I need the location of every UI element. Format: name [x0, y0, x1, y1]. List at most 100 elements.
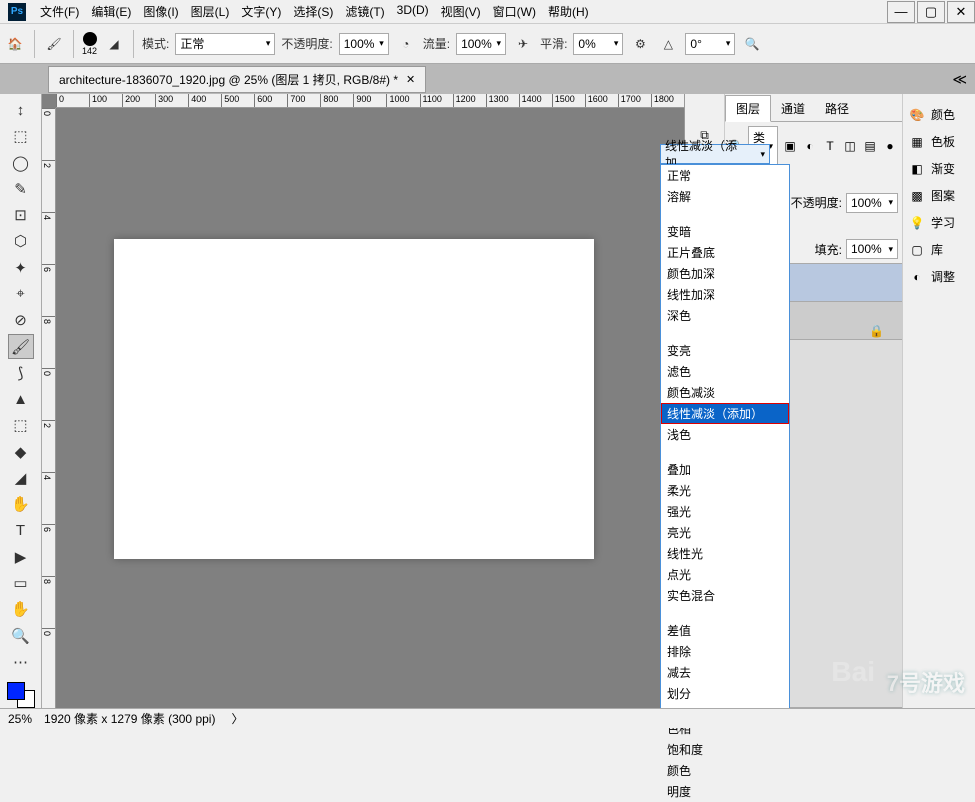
blend-mode-option[interactable]: 实色混合: [661, 585, 789, 606]
blend-mode-option[interactable]: 深色: [661, 305, 789, 326]
angle-icon[interactable]: △: [657, 33, 679, 55]
blend-mode-option[interactable]: 溶解: [661, 186, 789, 207]
menu-item[interactable]: 选择(S): [287, 3, 339, 20]
panel-shortcut[interactable]: ◐调整: [903, 264, 975, 289]
tool-button[interactable]: ⬡: [8, 229, 34, 253]
tool-button[interactable]: ◢: [8, 466, 34, 490]
tool-button[interactable]: T: [8, 518, 34, 542]
blend-mode-option[interactable]: 变亮: [661, 340, 789, 361]
blend-mode-option[interactable]: 正片叠底: [661, 242, 789, 263]
tabs-chevron-icon[interactable]: ≪: [952, 71, 967, 88]
tool-button[interactable]: ⊡: [8, 203, 34, 227]
gear-icon[interactable]: ⚙: [629, 33, 651, 55]
angle-input[interactable]: 0°: [685, 33, 735, 55]
blend-mode-select[interactable]: 正常: [175, 33, 275, 55]
blend-mode-option[interactable]: 点光: [661, 564, 789, 585]
menu-item[interactable]: 编辑(E): [85, 3, 137, 20]
blend-mode-option[interactable]: 线性加深: [661, 284, 789, 305]
blend-mode-option[interactable]: 正常: [661, 165, 789, 186]
blend-mode-option[interactable]: 划分: [661, 683, 789, 704]
tool-button[interactable]: ⟆: [8, 361, 34, 385]
pressure-opacity-icon[interactable]: ◔: [395, 33, 417, 55]
flow-select[interactable]: 100%: [456, 33, 506, 55]
color-swatches[interactable]: [7, 682, 35, 708]
brush-tool-icon[interactable]: 🖌: [43, 33, 65, 55]
opacity-select[interactable]: 100%: [339, 33, 389, 55]
tool-button[interactable]: ◯: [8, 151, 34, 175]
minimize-button[interactable]: —: [887, 1, 915, 23]
smooth-select[interactable]: 0%: [573, 33, 623, 55]
menu-item[interactable]: 图像(I): [137, 3, 184, 20]
tool-button[interactable]: ✎: [8, 177, 34, 201]
brush-settings-icon[interactable]: ◢: [103, 33, 125, 55]
tool-button[interactable]: ◆: [8, 440, 34, 464]
layer-opacity-select[interactable]: 100%: [846, 193, 898, 213]
document-tab[interactable]: architecture-1836070_1920.jpg @ 25% (图层 …: [48, 66, 426, 93]
canvas[interactable]: [114, 239, 594, 559]
status-chevron-icon[interactable]: 〉: [231, 710, 243, 727]
pressure-size-icon[interactable]: 🔍: [741, 33, 763, 55]
panel-shortcut[interactable]: ▢库: [903, 237, 975, 262]
tool-button[interactable]: ⌖: [8, 282, 34, 306]
blend-mode-option[interactable]: 明度: [661, 781, 789, 802]
panel-shortcut[interactable]: ▩图案: [903, 183, 975, 208]
tool-button[interactable]: ▲: [8, 387, 34, 411]
panel-shortcut[interactable]: ◧渐变: [903, 156, 975, 181]
blend-dropdown-button[interactable]: 线性减淡（添加…: [660, 144, 770, 164]
tool-button[interactable]: ▭: [8, 571, 34, 595]
tool-button[interactable]: ↕: [8, 98, 34, 122]
panel-shortcut[interactable]: 💡学习: [903, 210, 975, 235]
filter-icons[interactable]: ▣◐T◫▤●: [782, 139, 898, 153]
brush-preview[interactable]: 142: [82, 32, 97, 56]
tool-button[interactable]: ⊘: [8, 308, 34, 332]
menu-item[interactable]: 文字(Y): [235, 3, 287, 20]
blend-mode-option[interactable]: 柔光: [661, 480, 789, 501]
canvas-area[interactable]: 0100200300400500600700800900100011001200…: [42, 94, 685, 708]
blend-mode-option[interactable]: 颜色减淡: [661, 382, 789, 403]
airbrush-icon[interactable]: ✈: [512, 33, 534, 55]
menu-item[interactable]: 滤镜(T): [339, 3, 390, 20]
blend-mode-option[interactable]: 线性减淡（添加）: [661, 403, 789, 424]
tool-button[interactable]: ✋: [8, 492, 34, 516]
menu-item[interactable]: 图层(L): [185, 3, 236, 20]
opacity-label: 不透明度:: [281, 35, 332, 52]
tool-button[interactable]: ⬚: [8, 124, 34, 148]
blend-mode-option[interactable]: 饱和度: [661, 739, 789, 760]
menu-item[interactable]: 视图(V): [435, 3, 487, 20]
menu-item[interactable]: 窗口(W): [487, 3, 542, 20]
fill-select[interactable]: 100%: [846, 239, 898, 259]
blend-mode-option[interactable]: 排除: [661, 641, 789, 662]
blend-mode-option[interactable]: 滤色: [661, 361, 789, 382]
maximize-button[interactable]: ▢: [917, 1, 945, 23]
panel-tab[interactable]: 通道: [771, 96, 815, 121]
menu-item[interactable]: 帮助(H): [542, 3, 595, 20]
blend-mode-option[interactable]: 亮光: [661, 522, 789, 543]
blend-mode-option[interactable]: 叠加: [661, 459, 789, 480]
blend-mode-option[interactable]: 变暗: [661, 221, 789, 242]
tool-button[interactable]: ✋: [8, 597, 34, 621]
tool-button[interactable]: ▶: [8, 545, 34, 569]
menu-item[interactable]: 3D(D): [391, 3, 435, 20]
tab-close-icon[interactable]: ✕: [406, 73, 415, 86]
panel-shortcut[interactable]: ▦色板: [903, 129, 975, 154]
tool-button[interactable]: ⬚: [8, 413, 34, 437]
zoom-level[interactable]: 25%: [8, 712, 32, 726]
tool-button[interactable]: 🔍: [8, 623, 34, 647]
home-icon[interactable]: 🏠: [4, 33, 26, 55]
blend-mode-dropdown[interactable]: 正常溶解变暗正片叠底颜色加深线性加深深色变亮滤色颜色减淡线性减淡（添加）浅色叠加…: [660, 164, 790, 724]
tool-button[interactable]: ⋯: [8, 650, 34, 674]
panel-tab[interactable]: 图层: [725, 95, 771, 122]
blend-mode-option[interactable]: 线性光: [661, 543, 789, 564]
blend-mode-option[interactable]: 强光: [661, 501, 789, 522]
blend-mode-option[interactable]: 颜色加深: [661, 263, 789, 284]
menu-item[interactable]: 文件(F): [34, 3, 85, 20]
blend-mode-option[interactable]: 差值: [661, 620, 789, 641]
tool-button[interactable]: 🖌: [8, 334, 34, 358]
close-button[interactable]: ✕: [947, 1, 975, 23]
panel-shortcut[interactable]: 🎨颜色: [903, 102, 975, 127]
tool-button[interactable]: ✦: [8, 256, 34, 280]
blend-mode-option[interactable]: 颜色: [661, 760, 789, 781]
panel-tab[interactable]: 路径: [815, 96, 859, 121]
blend-mode-option[interactable]: 减去: [661, 662, 789, 683]
blend-mode-option[interactable]: 浅色: [661, 424, 789, 445]
